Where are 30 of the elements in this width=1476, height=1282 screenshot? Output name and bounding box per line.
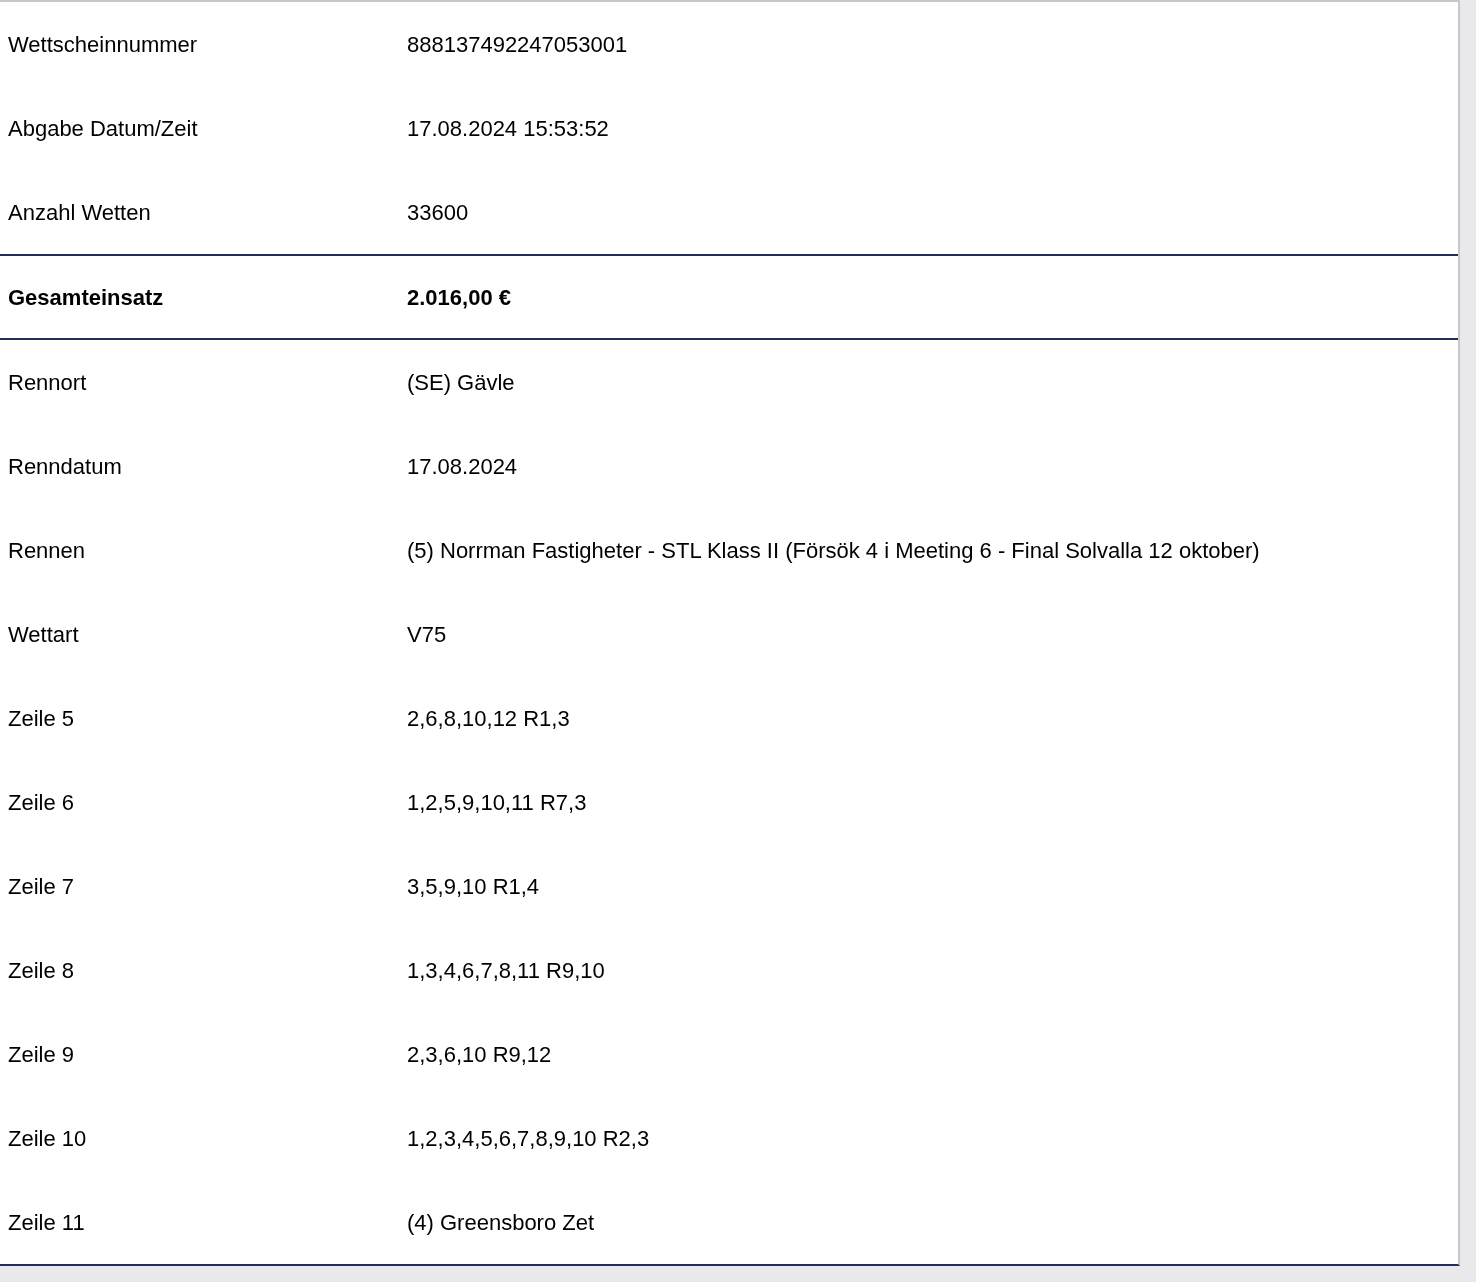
total-label: Gesamteinsatz	[7, 283, 165, 312]
field-value: (SE) Gävle	[407, 368, 515, 397]
field-label: Zeile 7	[7, 872, 76, 901]
field-label: Zeile 9	[7, 1040, 76, 1069]
field-value: 17.08.2024	[407, 452, 518, 481]
field-value: 17.08.2024 15:53:52	[407, 114, 609, 143]
field-label: Renndatum	[7, 452, 123, 481]
field-value: 888137492247053001	[407, 30, 628, 59]
field-label: Wettscheinnummer	[7, 30, 199, 59]
field-label: Zeile 11	[7, 1208, 86, 1237]
field-value: (4) Greensboro Zet	[407, 1208, 595, 1237]
field-label: Zeile 10	[7, 1124, 88, 1153]
field-label: Abgabe Datum/Zeit	[7, 114, 199, 143]
field-label: Zeile 6	[7, 788, 76, 817]
field-value: 1,2,3,4,5,6,7,8,9,10 R2,3	[407, 1124, 650, 1153]
field-value: 1,3,4,6,7,8,11 R9,10	[407, 956, 605, 985]
field-label: Rennen	[7, 536, 87, 565]
field-label: Zeile 5	[7, 704, 76, 733]
field-value: 3,5,9,10 R1,4	[407, 872, 540, 901]
field-label: Anzahl Wetten	[7, 198, 152, 227]
field-value: 2,6,8,10,12 R1,3	[407, 704, 570, 733]
field-label: Zeile 8	[7, 956, 76, 985]
field-value: (5) Norrman Fastigheter - STL Klass II (Försök 4 i Meeting 6 - Final Solvalla 12 oktober)	[407, 536, 1260, 565]
total-value: 2.016,00 €	[407, 283, 511, 312]
field-label: Rennort	[7, 368, 88, 397]
field-value: 33600	[407, 198, 469, 227]
field-label: Wettart	[7, 620, 80, 649]
field-value: V75	[407, 620, 447, 649]
field-value: 2,3,6,10 R9,12	[407, 1040, 552, 1069]
field-value: 1,2,5,9,10,11 R7,3	[407, 788, 587, 817]
